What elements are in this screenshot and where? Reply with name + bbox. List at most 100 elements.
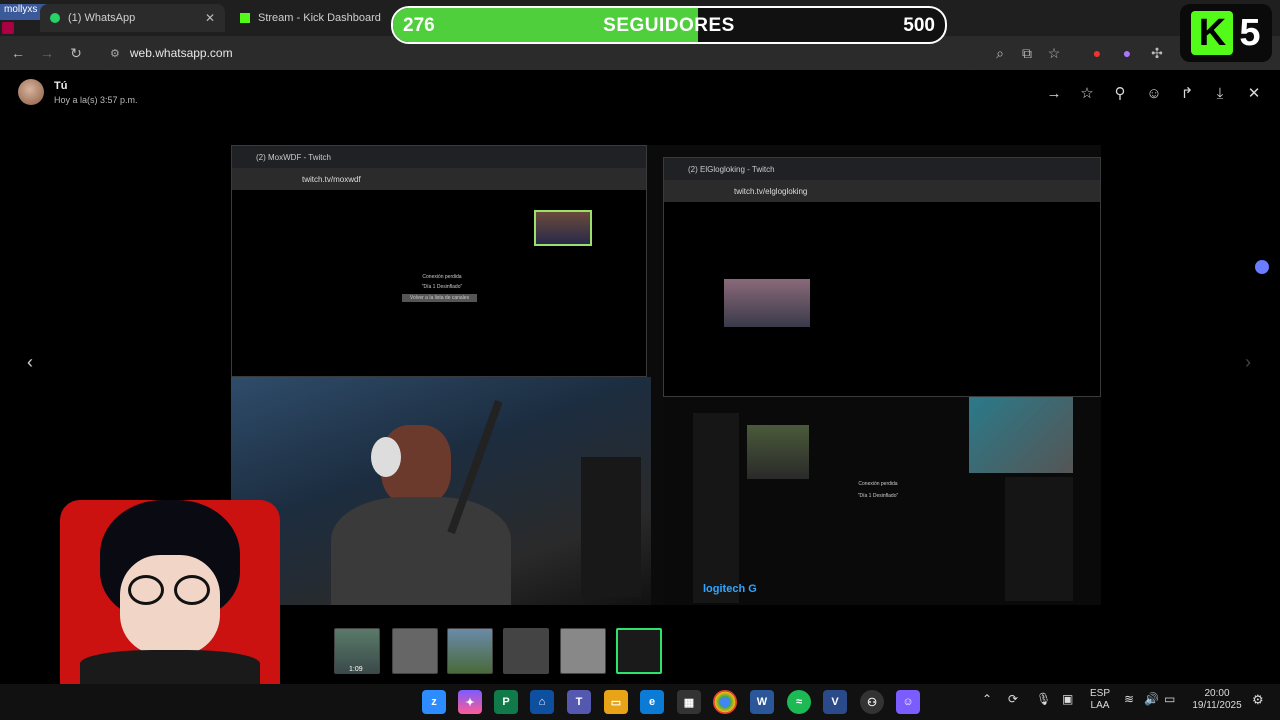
discord-icon[interactable]: ☺ xyxy=(896,690,920,714)
close-icon[interactable]: ✕ xyxy=(1244,84,1264,102)
tab-label: Stream - Kick Dashboard xyxy=(258,12,381,24)
stream-title-text: "Día 1 Desinflado" xyxy=(421,284,463,290)
streamer-cam-thumbnail xyxy=(534,210,592,246)
nested-kick-screen: Conexión perdida "Día 1 Desinflado" logi… xyxy=(663,397,1101,605)
nested-stream-title: "Día 1 Desinflado" xyxy=(857,493,899,499)
game-icon[interactable]: ⚇ xyxy=(860,690,884,714)
kick-logo-icon: K xyxy=(1191,11,1234,55)
download-icon[interactable]: ⤓ xyxy=(1210,84,1230,102)
follower-goal-target: 500 xyxy=(903,15,935,36)
media-image: (2) MoxWDF - Twitch twitch.tv/moxwdf Con… xyxy=(231,145,1101,605)
left-window-url-text: twitch.tv/moxwdf xyxy=(302,174,361,184)
streamer-cam-right xyxy=(969,397,1073,473)
avatar-hoodie xyxy=(80,650,260,684)
thumbnail-duration: 1:09 xyxy=(349,666,363,673)
clock-time: 20:00 xyxy=(1204,688,1230,699)
media-thumbnail[interactable] xyxy=(447,628,493,674)
settings-gear-icon[interactable]: ⚙ xyxy=(1252,692,1264,708)
extension-purple-icon[interactable]: ● xyxy=(1117,43,1137,63)
mic-icon[interactable]: 🎙 xyxy=(1036,692,1051,706)
store-icon[interactable]: ▦ xyxy=(677,690,701,714)
headphones xyxy=(371,437,401,477)
avatar[interactable] xyxy=(18,79,44,105)
media-thumbnail[interactable] xyxy=(560,628,606,674)
media-thumbnail[interactable] xyxy=(392,628,438,674)
edge-icon[interactable]: e xyxy=(640,690,664,714)
copilot-icon[interactable]: ✦ xyxy=(458,690,482,714)
back-to-channels-button: Volver a la lista de canales xyxy=(402,294,477,302)
teams-icon[interactable]: T xyxy=(567,690,591,714)
extensions-icon[interactable]: ✣ xyxy=(1147,43,1167,63)
left-window-tab: (2) MoxWDF - Twitch xyxy=(256,152,331,162)
nested-chat xyxy=(1005,477,1073,601)
battery-icon[interactable]: ▭ xyxy=(1164,692,1175,706)
url-text: web.whatsapp.com xyxy=(129,46,233,60)
media-thumbnail[interactable] xyxy=(503,628,549,674)
forward-icon[interactable]: → xyxy=(37,43,57,63)
extension-red-icon[interactable]: ● xyxy=(1087,43,1107,63)
spotify-icon[interactable]: ≈ xyxy=(787,690,811,714)
media-thumbnail-selected[interactable] xyxy=(616,628,662,674)
language-code: ESP xyxy=(1089,688,1110,699)
install-app-icon[interactable]: ⧉ xyxy=(1017,43,1037,63)
next-media-icon[interactable]: › xyxy=(1236,350,1260,374)
nested-connection-lost: Conexión perdida xyxy=(858,481,898,487)
logitech-watermark: logitech G xyxy=(703,583,757,595)
right-window-url-text: twitch.tv/elglogloking xyxy=(734,186,808,196)
right-window-tabs: (2) ElGlogloking - Twitch xyxy=(664,158,1100,180)
avatar-glasses-right xyxy=(174,575,210,605)
kick-badge-number: 5 xyxy=(1239,11,1261,54)
star-icon[interactable]: ☆ xyxy=(1077,84,1097,102)
previous-media-icon[interactable]: ‹ xyxy=(18,350,42,374)
message-timestamp: Hoy a la(s) 3:57 p.m. xyxy=(54,95,138,105)
zoom-icon[interactable]: ⌕ xyxy=(990,43,1010,63)
sync-icon[interactable]: ⟳ xyxy=(1008,692,1018,706)
right-window-url: twitch.tv/elglogloking xyxy=(664,180,1100,202)
tray-app-icon[interactable]: ▣ xyxy=(1062,692,1073,706)
vim-icon[interactable]: V xyxy=(823,690,847,714)
emoji-icon[interactable]: ☺ xyxy=(1144,84,1164,102)
sender-name: Tú xyxy=(54,80,68,92)
kick-icon xyxy=(240,13,250,23)
language-layout: LAA xyxy=(1090,700,1110,711)
zoom-icon[interactable]: z xyxy=(422,690,446,714)
follower-goal-label: SEGUIDORES xyxy=(603,15,735,36)
clock[interactable]: 20:00 19/11/2025 xyxy=(1186,688,1248,712)
tab-label: (1) WhatsApp xyxy=(68,12,136,24)
nested-sidebar xyxy=(693,413,739,603)
go-to-message-icon[interactable]: → xyxy=(1044,84,1064,102)
right-browser-window: (2) ElGlogloking - Twitch twitch.tv/elgl… xyxy=(663,157,1101,397)
file-explorer-icon[interactable]: ▭ xyxy=(604,690,628,714)
tray-chevron-icon[interactable]: ⌃ xyxy=(982,692,992,706)
wifi-icon[interactable]: ≋ xyxy=(1124,692,1134,706)
follower-goal-bar: 276 SEGUIDORES 500 xyxy=(391,6,947,44)
kick-badge: K 5 xyxy=(1180,4,1272,62)
vtuber-avatar xyxy=(40,460,300,684)
project-icon[interactable]: P xyxy=(494,690,518,714)
site-info-icon[interactable]: ⚙ xyxy=(110,47,120,60)
streamer-shirt xyxy=(331,497,511,605)
chrome-icon[interactable] xyxy=(713,690,737,714)
tab-whatsapp[interactable]: (1) WhatsApp ✕ xyxy=(40,4,225,32)
reload-icon[interactable]: ↻ xyxy=(66,43,86,63)
connection-lost-text: Conexión perdida xyxy=(422,274,462,280)
vscode-icon[interactable]: ⌂ xyxy=(530,690,554,714)
media-thumbnail[interactable]: 1:09 xyxy=(334,628,380,674)
tab-kick-dashboard[interactable]: Stream - Kick Dashboard xyxy=(230,4,400,32)
avatar-face xyxy=(120,555,220,655)
forward-icon[interactable]: ↱ xyxy=(1177,84,1197,102)
close-tab-icon[interactable]: ✕ xyxy=(205,11,215,25)
avatar-glasses-left xyxy=(128,575,164,605)
profile-avatar-icon[interactable] xyxy=(2,22,14,34)
volume-icon[interactable]: 🔊 xyxy=(1144,692,1159,706)
back-icon[interactable]: ← xyxy=(8,43,28,63)
url-field[interactable]: ⚙ web.whatsapp.com xyxy=(100,41,980,65)
bookmark-star-icon[interactable]: ☆ xyxy=(1044,43,1064,63)
discord-overlay-icon[interactable] xyxy=(1255,260,1269,274)
language-indicator[interactable]: ESP LAA xyxy=(1088,688,1112,712)
left-window-url: twitch.tv/moxwdf xyxy=(232,168,646,190)
word-icon[interactable]: W xyxy=(750,690,774,714)
clock-date: 19/11/2025 xyxy=(1192,700,1242,711)
nested-cam xyxy=(747,425,809,479)
pin-icon[interactable]: ⚲ xyxy=(1110,84,1130,102)
